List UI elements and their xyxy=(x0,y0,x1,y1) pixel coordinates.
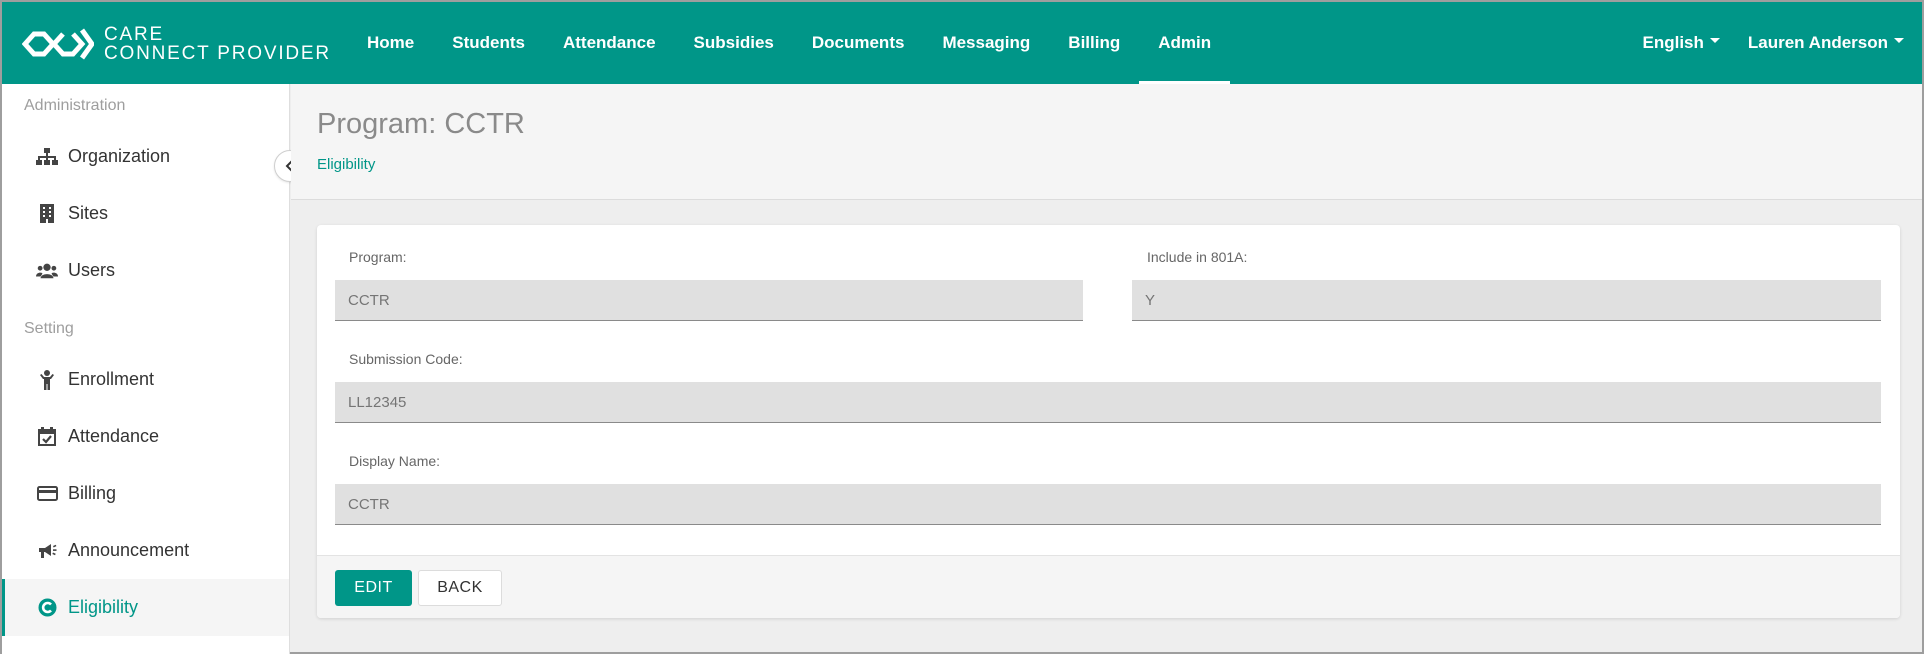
nav-messaging[interactable]: Messaging xyxy=(923,2,1049,84)
program-detail-card: Program: CCTR Include in 801A: Y Submiss… xyxy=(317,225,1900,618)
sidebar-item-announcement[interactable]: Announcement xyxy=(2,522,289,579)
brand-line1: CARE xyxy=(104,24,164,45)
caret-down-icon xyxy=(1894,37,1904,43)
main-nav: Home Students Attendance Subsidies Docum… xyxy=(348,2,1231,84)
back-button[interactable]: BACK xyxy=(418,570,502,606)
eligibility-icon xyxy=(36,597,58,619)
users-icon xyxy=(36,260,58,282)
user-menu-dropdown[interactable]: Lauren Anderson xyxy=(1748,33,1904,53)
include-801a-field[interactable]: Y xyxy=(1132,280,1881,321)
brand-logo[interactable]: CARE CONNECT PROVIDER xyxy=(22,25,331,63)
sidebar-item-billing[interactable]: Billing xyxy=(2,465,289,522)
display-name-field[interactable]: CCTR xyxy=(335,484,1881,525)
nav-students[interactable]: Students xyxy=(433,2,544,84)
program-field[interactable]: CCTR xyxy=(335,280,1083,321)
nav-attendance[interactable]: Attendance xyxy=(544,2,675,84)
sitemap-icon xyxy=(36,146,58,168)
sidebar-item-label: Sites xyxy=(68,203,109,223)
nav-billing[interactable]: Billing xyxy=(1049,2,1139,84)
sidebar-item-eligibility[interactable]: Eligibility xyxy=(2,579,289,636)
top-navbar: CARE CONNECT PROVIDER Home Students Atte… xyxy=(2,2,1922,84)
nav-admin[interactable]: Admin xyxy=(1139,2,1231,84)
display-name-label: Display Name: xyxy=(349,453,441,469)
user-name: Lauren Anderson xyxy=(1747,33,1888,52)
sidebar-item-attendance[interactable]: Attendance xyxy=(2,408,289,465)
program-label: Program: xyxy=(349,249,407,265)
sidebar-item-enrollment[interactable]: Enrollment xyxy=(2,351,289,408)
sidebar: Administration Organization Sites Users … xyxy=(2,84,290,654)
card-footer: EDIT BACK xyxy=(317,555,1900,618)
sidebar-item-label: Eligibility xyxy=(68,597,139,617)
submission-code-label: Submission Code: xyxy=(349,351,463,367)
brand-line2: CONNECT PROVIDER xyxy=(104,43,331,64)
building-icon xyxy=(36,203,58,225)
include-801a-label: Include in 801A: xyxy=(1147,249,1248,265)
sidebar-item-label: Enrollment xyxy=(68,369,155,389)
sidebar-section-setting: Setting xyxy=(24,320,74,337)
sidebar-item-label: Attendance xyxy=(68,426,160,446)
megaphone-icon xyxy=(36,540,58,562)
submission-code-field[interactable]: LL12345 xyxy=(335,382,1881,423)
sidebar-item-label: Organization xyxy=(68,146,171,166)
child-icon xyxy=(36,369,58,391)
nav-documents[interactable]: Documents xyxy=(793,2,924,84)
sidebar-item-label: Announcement xyxy=(68,540,190,560)
sidebar-section-administration: Administration xyxy=(24,97,126,114)
nav-right: English Lauren Anderson xyxy=(1614,2,1904,84)
language-dropdown[interactable]: English xyxy=(1642,33,1720,53)
nav-home[interactable]: Home xyxy=(348,2,433,84)
sidebar-item-users[interactable]: Users xyxy=(2,242,289,299)
breadcrumb-eligibility[interactable]: Eligibility xyxy=(317,156,375,173)
page-header: Program: CCTR Eligibility xyxy=(291,84,1922,200)
sidebar-item-sites[interactable]: Sites xyxy=(2,185,289,242)
sidebar-item-organization[interactable]: Organization xyxy=(2,128,289,185)
nav-subsidies[interactable]: Subsidies xyxy=(675,2,793,84)
calendar-check-icon xyxy=(36,426,58,448)
caret-down-icon xyxy=(1709,37,1720,43)
sidebar-item-label: Billing xyxy=(68,483,117,503)
logo-icon xyxy=(22,28,94,60)
sidebar-item-label: Users xyxy=(68,260,116,280)
edit-button[interactable]: EDIT xyxy=(335,570,412,606)
language-label: English xyxy=(1642,33,1704,52)
brand-name: CARE CONNECT PROVIDER xyxy=(104,25,331,63)
page-title: Program: CCTR xyxy=(317,108,525,140)
credit-card-icon xyxy=(36,483,58,505)
